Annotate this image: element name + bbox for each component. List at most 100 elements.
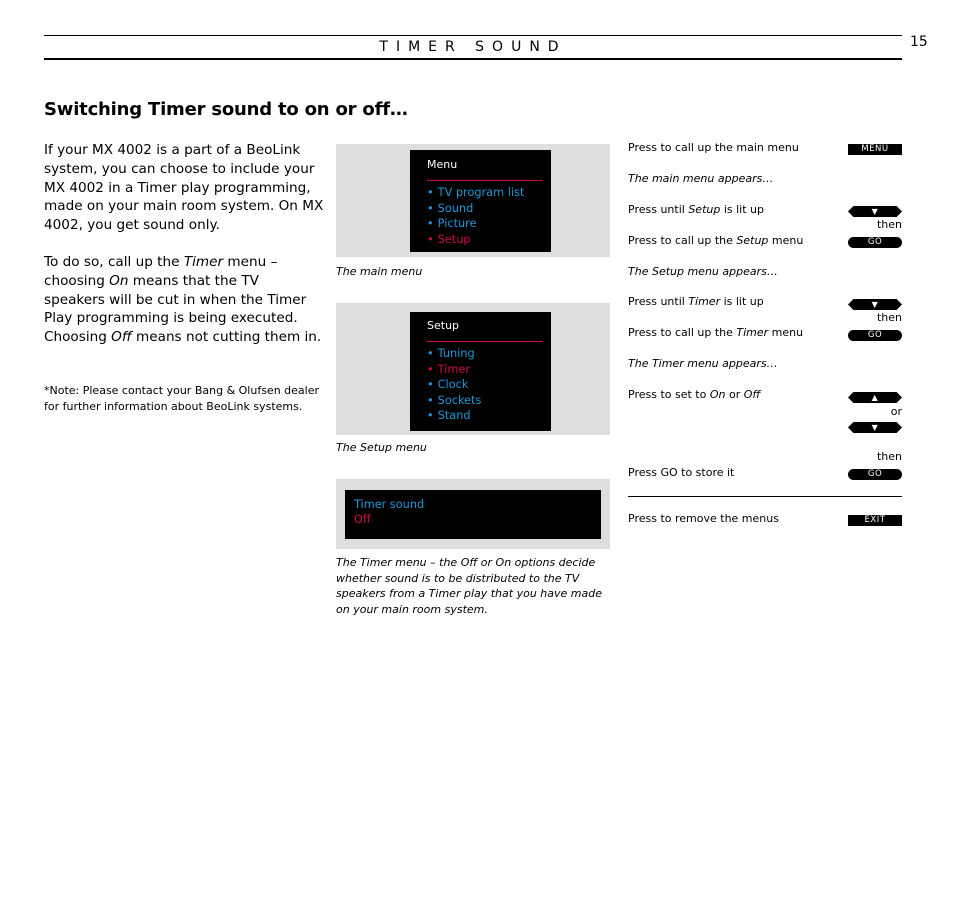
bullet-icon: •	[427, 201, 434, 215]
go-button[interactable]: GO	[848, 330, 902, 341]
text: Press to call up the	[628, 234, 737, 247]
menu-item: • TV program list	[427, 185, 524, 201]
text-em: Off	[111, 329, 132, 346]
menu-item-label: Clock	[437, 378, 469, 392]
timer-menu-caption: The Timer menu – the Off or On options d…	[336, 556, 602, 616]
menu-item: • Sound	[427, 201, 524, 217]
menu-item: • Tuning	[427, 346, 481, 362]
bullet-icon: •	[427, 217, 434, 231]
screen-title: Setup	[427, 319, 460, 332]
text: is lit up	[720, 295, 764, 308]
setup-menu-panel: Setup • Tuning • Timer • Clock • Sockets • Stand	[336, 303, 610, 435]
bullet-icon: •	[427, 378, 434, 392]
main-menu-screen: Menu • TV program list • Sound • Picture • Setu…	[410, 150, 551, 252]
text: Press to call up the	[628, 326, 737, 339]
divider	[628, 496, 902, 497]
exit-button[interactable]: EXIT	[848, 515, 902, 526]
screen-title-rule	[427, 341, 543, 342]
main-menu-list: • TV program list • Sound • Picture • Setup	[427, 185, 524, 247]
timer-sound-value: Off	[354, 513, 371, 526]
bullet-icon: •	[427, 232, 434, 246]
menu-item: • Stand	[427, 408, 481, 424]
text-em: On	[109, 272, 129, 289]
step-setup-menu-appears: The Setup menu appears…	[628, 265, 778, 278]
step-call-setup-menu: Press to call up the Setup menu	[628, 234, 803, 248]
up-arrow-button[interactable]: ▲	[848, 392, 902, 403]
main-menu-panel: Menu • TV program list • Sound • Picture • Setu…	[336, 144, 610, 257]
header-rule-top	[44, 35, 902, 36]
menu-button[interactable]: MENU	[848, 144, 902, 155]
text: Press until	[628, 203, 689, 216]
text: To do so, call up the	[44, 254, 184, 270]
down-arrow-button[interactable]: ▼	[848, 206, 902, 217]
then-label: then	[876, 450, 902, 463]
then-label: then	[876, 218, 902, 231]
timer-menu-screen: Timer sound Off	[345, 490, 601, 539]
timer-sound-label: Timer sound	[354, 498, 425, 511]
text-em: On	[709, 388, 726, 401]
text: or	[725, 388, 744, 401]
text: menu	[768, 326, 804, 339]
step-remove-menus: Press to remove the menus	[628, 512, 779, 525]
text-em: Timer	[688, 295, 721, 308]
menu-item: • Clock	[427, 377, 481, 393]
text-em: Setup	[688, 203, 721, 216]
page-heading: Switching Timer sound to on or off…	[44, 99, 408, 120]
header-rule-bottom	[44, 58, 902, 60]
footnote: *Note: Please contact your Bang & Olufse…	[44, 384, 319, 413]
bullet-icon: •	[427, 393, 434, 407]
menu-item-label: Tuning	[437, 347, 475, 360]
step-call-main-menu: Press to call up the main menu	[628, 141, 799, 154]
text-em: Timer	[183, 254, 224, 270]
down-arrow-icon: ▼	[871, 423, 879, 432]
step-timer-menu-appears: The Timer menu appears…	[628, 357, 778, 370]
step-set-on-off: Press to set to On or Off	[628, 388, 760, 402]
menu-item-label: Timer	[437, 362, 470, 376]
down-arrow-icon: ▼	[871, 207, 879, 216]
text: menu	[768, 234, 804, 247]
up-arrow-icon: ▲	[871, 393, 879, 402]
menu-item-label: Sound	[437, 201, 474, 215]
page-number: 15	[910, 34, 928, 50]
step-timer-lit: Press until Timer is lit up	[628, 295, 764, 309]
menu-item-label: TV program list	[437, 186, 525, 199]
instructions-paragraph: To do so, call up the Timer menu – choos…	[44, 253, 324, 347]
setup-menu-caption: The Setup menu	[336, 441, 427, 454]
or-label: or	[890, 405, 902, 418]
setup-menu-screen: Setup • Tuning • Timer • Clock • Sockets • Stand	[410, 312, 551, 431]
menu-item-label: Sockets	[437, 393, 482, 407]
main-menu-caption: The main menu	[336, 265, 423, 278]
menu-item-label: Picture	[437, 217, 477, 231]
down-arrow-button[interactable]: ▼	[848, 299, 902, 310]
text-em: Setup	[736, 234, 769, 247]
bullet-icon: •	[427, 362, 434, 376]
section-title: TIMER SOUND	[379, 39, 567, 55]
menu-item: • Sockets	[427, 393, 481, 409]
text: is lit up	[720, 203, 764, 216]
down-arrow-button[interactable]: ▼	[848, 422, 902, 433]
go-button[interactable]: GO	[848, 237, 902, 248]
text: means not cutting them in.	[131, 329, 322, 346]
intro-paragraph: If your MX 4002 is a part of a BeoLink s…	[44, 142, 324, 234]
text-em: Off	[743, 388, 761, 401]
screen-title: Menu	[427, 158, 458, 171]
menu-item: • Picture	[427, 216, 524, 232]
text: Press until	[628, 295, 689, 308]
bullet-icon: •	[427, 347, 434, 360]
down-arrow-icon: ▼	[871, 300, 879, 309]
text: Press to set to	[628, 388, 710, 401]
step-store: Press GO to store it	[628, 466, 735, 479]
timer-menu-panel: Timer sound Off	[336, 479, 610, 549]
text-em: Timer	[736, 326, 769, 339]
screen-title-rule	[427, 180, 543, 181]
menu-item: • Timer	[427, 362, 481, 378]
step-main-menu-appears: The main menu appears…	[628, 172, 774, 185]
go-button[interactable]: GO	[848, 469, 902, 480]
bullet-icon: •	[427, 186, 434, 199]
menu-item-label: Stand	[437, 409, 471, 423]
then-label: then	[876, 311, 902, 324]
menu-item-label: Setup	[437, 232, 471, 246]
setup-menu-list: • Tuning • Timer • Clock • Sockets • Stand	[427, 346, 481, 424]
step-call-timer-menu: Press to call up the Timer menu	[628, 326, 803, 340]
step-setup-lit: Press until Setup is lit up	[628, 203, 764, 217]
